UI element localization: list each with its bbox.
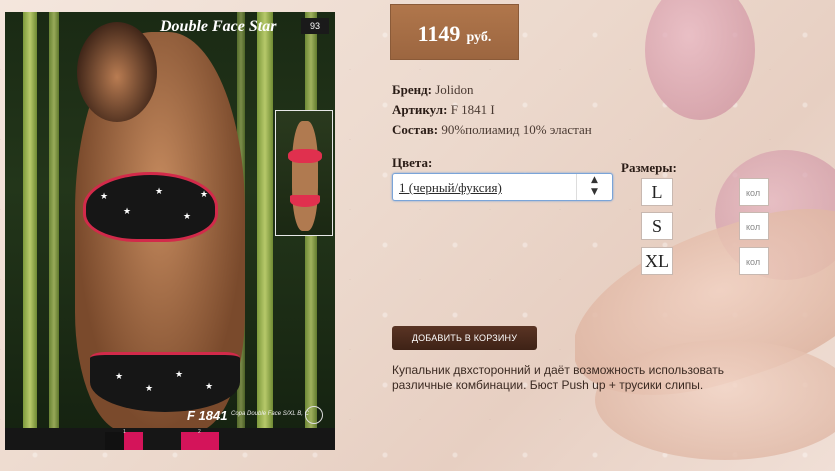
brand-row: Бренд: Jolidon (392, 82, 474, 98)
article-label: Артикул: (392, 102, 448, 117)
price-currency: руб. (466, 30, 492, 45)
brand-logo-icon (305, 406, 323, 424)
price-value: 1149 (417, 21, 461, 46)
color-select[interactable]: 1 (черный/фуксия) ▲ ▼ (392, 173, 613, 201)
quantity-input-s[interactable]: кол (739, 212, 769, 240)
swatch-label-2: 2 (198, 429, 201, 435)
product-description: Купальник двхсторонний и даёт возможност… (392, 363, 724, 392)
size-option-s[interactable]: S (641, 212, 673, 240)
quantity-input-l[interactable]: кол (739, 178, 769, 206)
composition-value: 90%полиамид 10% эластан (441, 122, 592, 137)
color-swatch-strip (5, 428, 335, 450)
photo-title: Double Face Star (160, 18, 277, 35)
size-option-l[interactable]: L (641, 178, 673, 206)
photo-model-code: F 1841 (187, 408, 228, 423)
brand-value: Jolidon (435, 82, 474, 97)
product-photo[interactable]: ★ ★ ★ ★ ★ ★ ★ ★ ★ Double Face Star 93 F … (5, 12, 335, 450)
photo-page-number: 93 (301, 18, 329, 34)
photo-caption: Copa Double Face S/XL B, C (231, 411, 309, 417)
article-value: F 1841 I (450, 102, 495, 117)
colors-label: Цвета: (392, 155, 433, 170)
composition-row: Состав: 90%полиамид 10% эластан (392, 122, 592, 138)
composition-label: Состав: (392, 122, 439, 137)
article-row: Артикул: F 1841 I (392, 102, 495, 118)
inset-photo (275, 110, 333, 236)
background-model-image (575, 0, 835, 471)
color-select-value: 1 (черный/фуксия) (399, 180, 502, 195)
brand-label: Бренд: (392, 82, 432, 97)
quantity-input-xl[interactable]: кол (739, 247, 769, 275)
price-badge: 1149 руб. (390, 4, 519, 60)
size-option-xl[interactable]: XL (641, 247, 673, 275)
swatch-label-1: 1 (123, 429, 126, 435)
select-arrows-icon: ▲ ▼ (576, 174, 612, 200)
add-to-cart-button[interactable]: ДОБАВИТЬ В КОРЗИНУ (392, 326, 537, 350)
sizes-label: Размеры: (621, 160, 677, 175)
